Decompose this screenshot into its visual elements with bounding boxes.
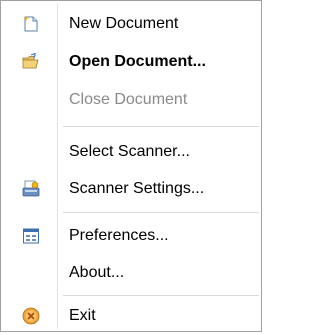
menu-item-open-document[interactable]: Open Document... <box>1 43 261 81</box>
menu-item-label: New Document <box>69 15 179 32</box>
menu-separator <box>63 295 259 296</box>
menu-item-preferences[interactable]: Preferences... <box>1 217 261 255</box>
menu-item-label: Scanner Settings... <box>69 180 205 197</box>
menu-separator <box>63 126 259 127</box>
menu-item-label: Close Document <box>69 91 188 108</box>
new-document-icon <box>22 15 40 33</box>
menu-item-close-document[interactable]: Close Document <box>1 81 261 119</box>
open-folder-icon <box>22 52 40 71</box>
menu-item-new-document[interactable]: New Document <box>1 5 261 43</box>
context-menu: New Document Open Document... Close Docu… <box>0 0 262 332</box>
menu-item-label: Open Document... <box>69 53 206 70</box>
menu-item-select-scanner[interactable]: Select Scanner... <box>1 133 261 171</box>
menu-item-label: Preferences... <box>69 227 169 244</box>
preferences-icon <box>22 227 40 245</box>
exit-icon <box>22 307 40 325</box>
menu-item-scanner-settings[interactable]: Scanner Settings... <box>1 170 261 208</box>
menu-item-label: Select Scanner... <box>69 143 190 160</box>
menu-item-about[interactable]: About... <box>1 254 261 292</box>
menu-item-exit[interactable]: Exit <box>1 297 261 335</box>
menu-separator <box>63 212 259 213</box>
menu-item-label: Exit <box>69 307 96 324</box>
scanner-icon <box>22 180 40 198</box>
menu-item-label: About... <box>69 264 125 281</box>
